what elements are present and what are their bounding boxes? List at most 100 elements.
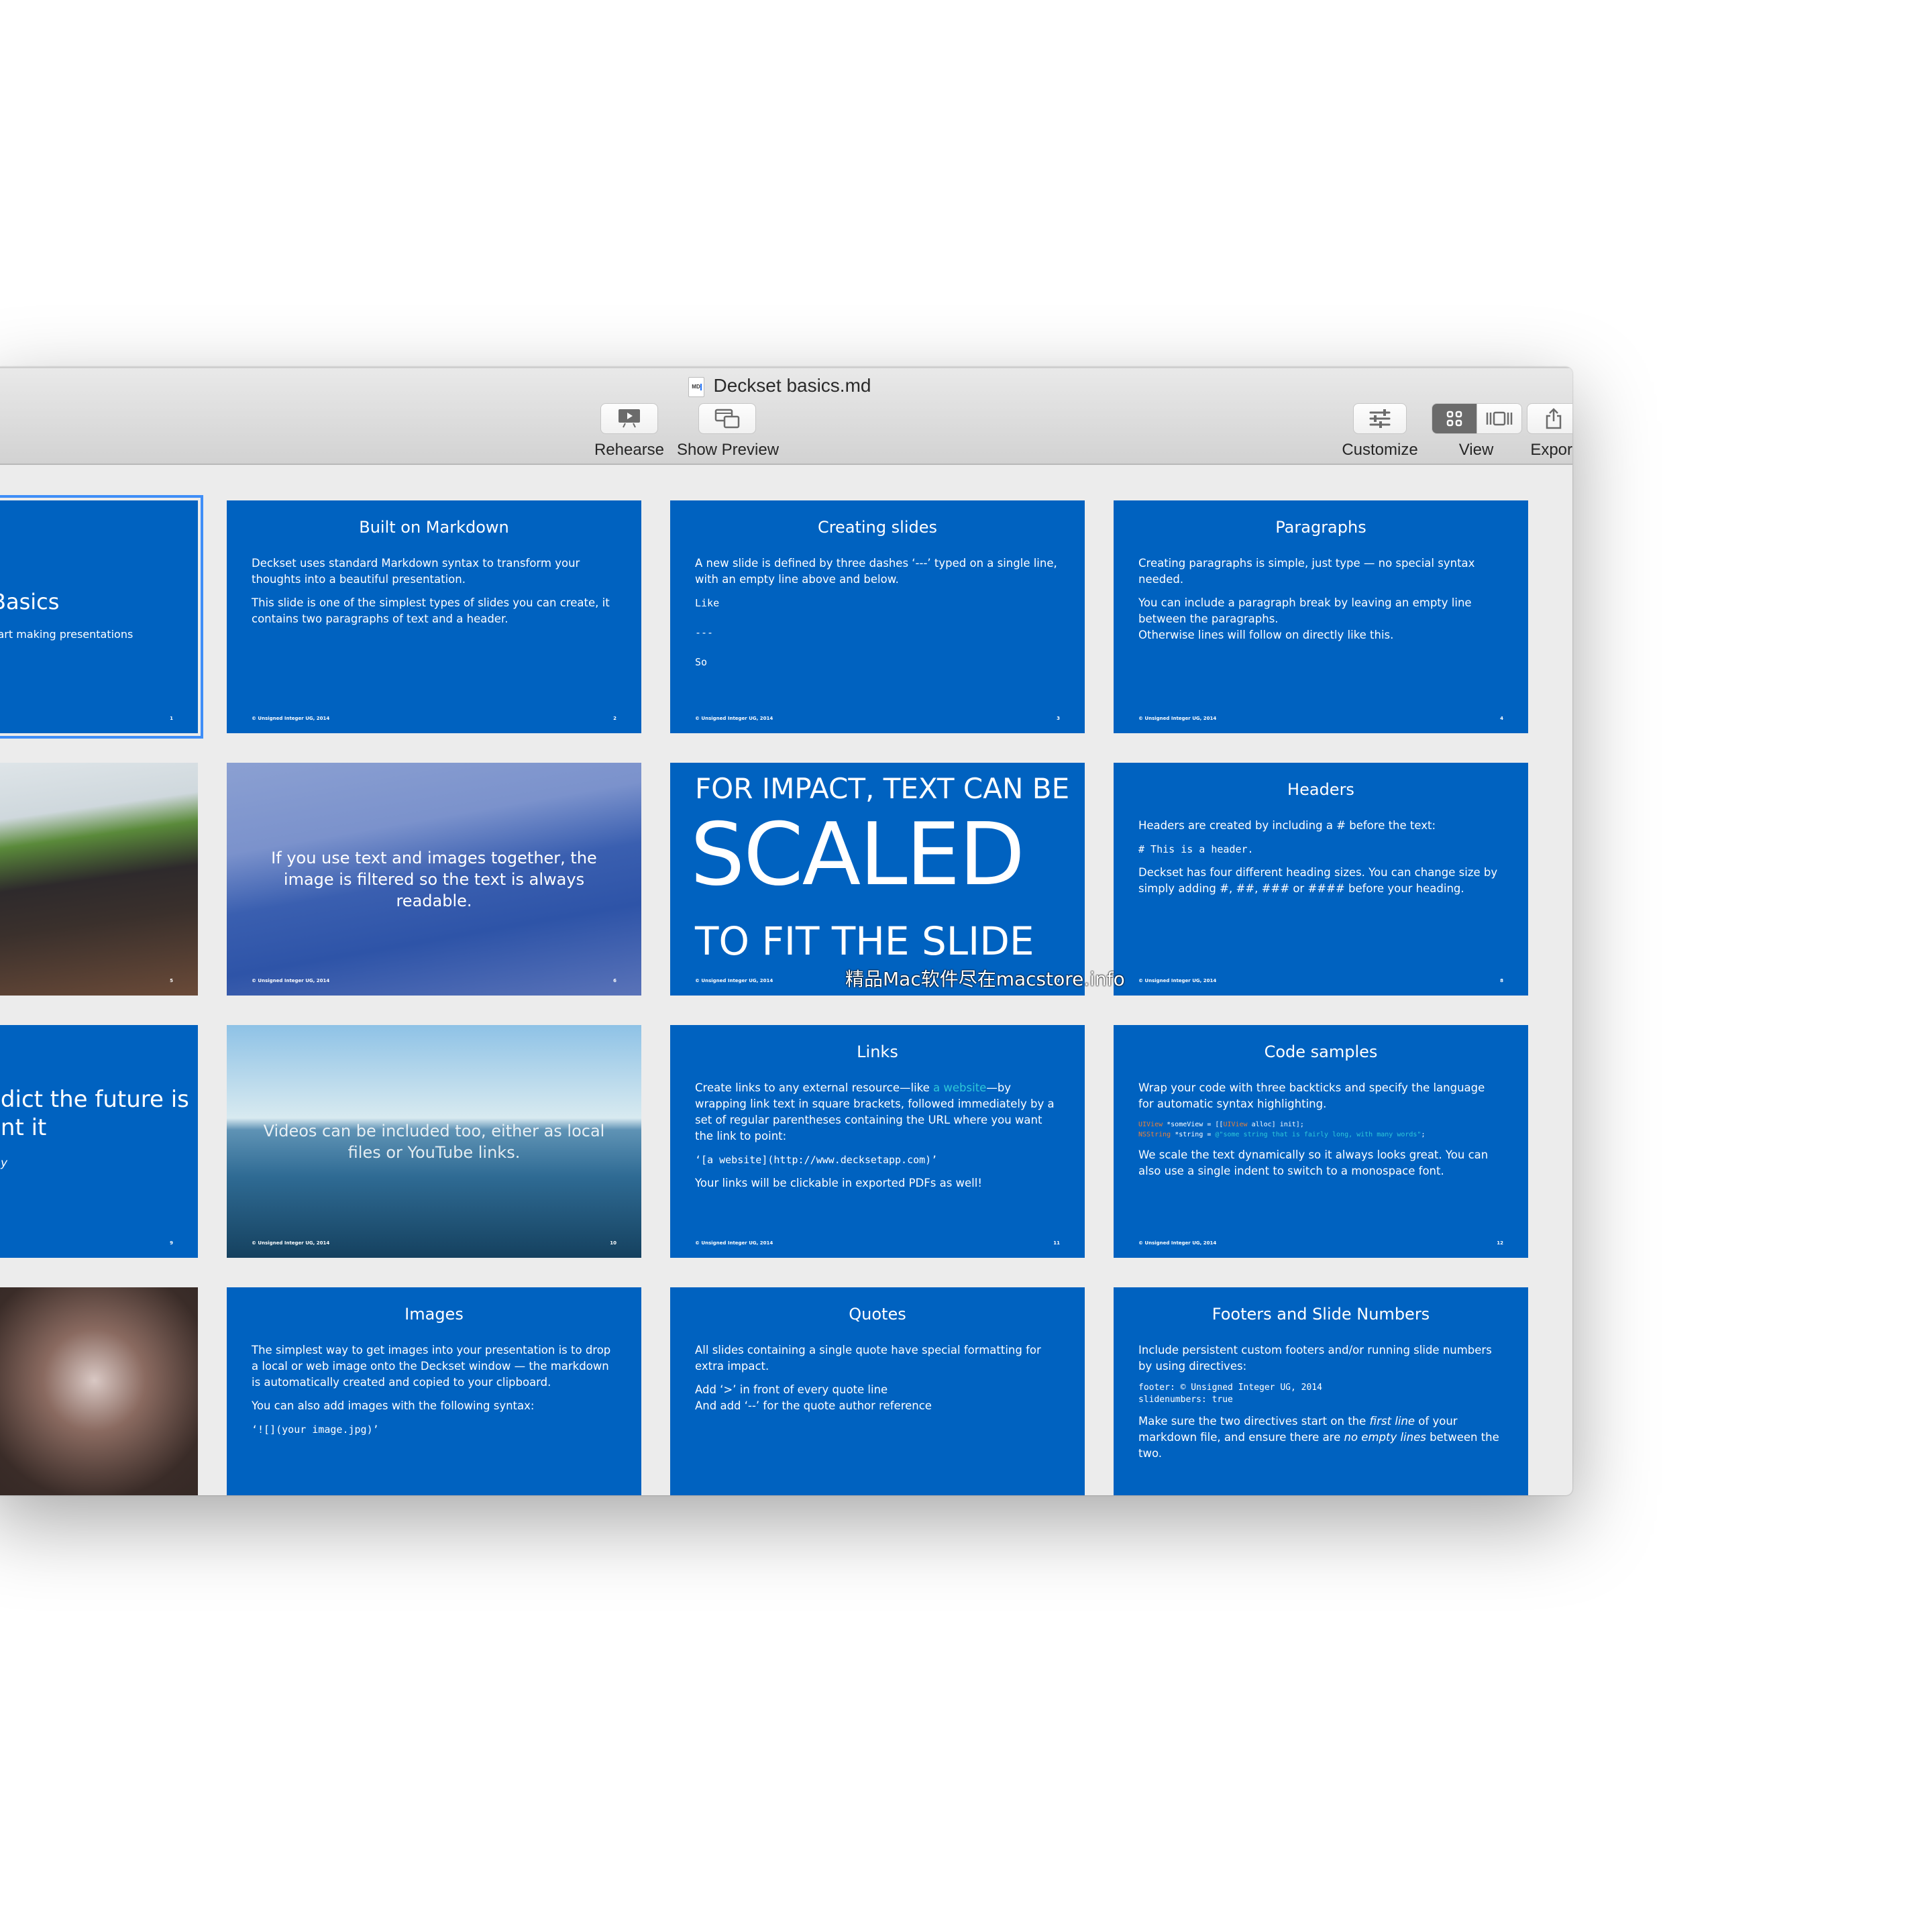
rehearse-button[interactable] [600, 403, 658, 434]
slide-footer: © Unsigned Integer UG, 2014 [252, 1240, 330, 1246]
slide-view-button[interactable] [1477, 404, 1521, 433]
slide-title: Basics [0, 589, 60, 614]
slide-body: Deckset uses standard Markdown syntax to… [252, 555, 616, 635]
slide-footer: © Unsigned Integer UG, 2014 [252, 978, 330, 983]
paragraph: The simplest way to get images into your… [252, 1344, 611, 1389]
slide-body: A new slide is defined by three dashes ‘… [695, 555, 1060, 678]
code-line: --- [695, 627, 714, 639]
slide-3[interactable]: Creating slides A new slide is defined b… [670, 500, 1085, 733]
slide-7[interactable]: FOR IMPACT, TEXT CAN BE SCALED TO FIT TH… [670, 763, 1085, 996]
customize-label: Customize [1342, 441, 1418, 459]
paragraph: You can also add images with the followi… [252, 1399, 535, 1412]
show-preview-button[interactable] [698, 403, 756, 434]
code-line: ‘![](your image.jpg)’ [252, 1424, 379, 1436]
paragraph: Make sure the two directives start on th… [1138, 1413, 1503, 1462]
link[interactable]: a website [933, 1081, 986, 1094]
code-block: footer: © Unsigned Integer UG, 2014 slide… [1138, 1382, 1503, 1406]
slide-footer: © Unsigned Integer UG, 2014 [252, 716, 330, 721]
slide-title: Links [857, 1042, 898, 1061]
slide-6[interactable]: If you use text and images together, the… [227, 763, 641, 996]
slide-body: Headers are created by including a # bef… [1138, 818, 1503, 904]
code-keyword: UIView [1223, 1121, 1248, 1128]
grid-view-button[interactable] [1432, 404, 1477, 433]
paragraph: All slides containing a single quote hav… [695, 1344, 1041, 1373]
quote-author: Kay [0, 1157, 8, 1170]
slide-9[interactable]: edict the future is ent it Kay 9 [0, 1025, 198, 1258]
rehearse-label: Rehearse [594, 441, 665, 459]
slide-body: All slides containing a single quote hav… [695, 1342, 1060, 1421]
window-title: MD Deckset basics.md [0, 375, 1572, 397]
grid-icon [1446, 411, 1462, 427]
impact-line-2: SCALED [690, 805, 1025, 905]
slide-8[interactable]: Headers Headers are created by including… [1114, 763, 1528, 996]
impact-line-3: TO FIT THE SLIDE [695, 918, 1034, 964]
paragraph: Creating paragraphs is simple, just type… [1138, 557, 1475, 586]
slide-text: Videos can be included too, either as lo… [263, 1121, 605, 1162]
show-preview-label: Show Preview [676, 441, 780, 459]
slide-number: 8 [1500, 978, 1503, 983]
export-button[interactable] [1527, 403, 1572, 434]
slide-title: Quotes [849, 1305, 906, 1324]
paragraph: Your links will be clickable in exported… [695, 1177, 982, 1189]
slide-title: Paragraphs [1275, 518, 1366, 537]
slide-number: 4 [1500, 716, 1503, 721]
view-segmented-control [1432, 403, 1522, 434]
slide-title: Creating slides [817, 518, 938, 537]
paragraph: You can include a paragraph break by lea… [1138, 596, 1472, 625]
code-line: slidenumbers: true [1138, 1395, 1233, 1405]
paragraph: Add ‘>’ in front of every quote line [695, 1383, 888, 1396]
slide-number: 2 [613, 716, 616, 721]
code-block: UIView *someView = [[UIView alloc] init]… [1138, 1120, 1503, 1140]
text: Create links to any external resource—li… [695, 1081, 934, 1094]
emphasis: no empty lines [1344, 1431, 1426, 1444]
quote-line: ent it [0, 1114, 47, 1141]
code-line: So [695, 656, 708, 668]
paragraph: Otherwise lines will follow on directly … [1138, 629, 1394, 641]
slide-title: Headers [1287, 780, 1354, 799]
slide-body: The simplest way to get images into your… [252, 1342, 616, 1445]
slide-16[interactable]: Footers and Slide Numbers Include persis… [1114, 1287, 1528, 1495]
slide-13[interactable]: 13 [0, 1287, 198, 1495]
slide-title: Built on Markdown [359, 518, 509, 537]
paragraph: And add ‘--’ for the quote author refere… [695, 1399, 932, 1412]
code-text: *string = [1171, 1131, 1216, 1138]
customize-button[interactable] [1353, 403, 1407, 434]
slide-text: If you use text and images together, the… [271, 848, 597, 910]
slide-footer: © Unsigned Integer UG, 2014 [1138, 978, 1217, 983]
code-text: *someView = [[ [1163, 1121, 1224, 1128]
slide-5[interactable]: 5 [0, 763, 198, 996]
share-icon [1546, 408, 1562, 429]
slide-subtitle: o start making presentations [0, 628, 133, 641]
code-keyword: NSString [1138, 1131, 1171, 1138]
slide-4[interactable]: Paragraphs Creating paragraphs is simple… [1114, 500, 1528, 733]
slide-footer: © Unsigned Integer UG, 2014 [1138, 1240, 1217, 1246]
slide-title: Code samples [1264, 1042, 1378, 1061]
slide-14[interactable]: Images The simplest way to get images in… [227, 1287, 641, 1495]
code-line: Like [695, 597, 720, 609]
markdown-file-icon: MD [688, 376, 704, 397]
quote-text: edict the future is ent it [0, 1085, 189, 1142]
slide-number: 9 [170, 1240, 173, 1246]
slide-11[interactable]: Links Create links to any external resou… [670, 1025, 1085, 1258]
code-line: ‘[a website](http://www.decksetapp.com)’ [695, 1154, 938, 1166]
paragraph: Include persistent custom footers and/or… [1138, 1344, 1492, 1373]
slide-body: Create links to any external resource—li… [695, 1080, 1060, 1199]
slide-number: 11 [1053, 1240, 1060, 1246]
slide-title: Footers and Slide Numbers [1212, 1305, 1430, 1324]
paragraph: Deckset has four different heading sizes… [1138, 866, 1498, 895]
window-title-text: Deckset basics.md [713, 375, 871, 396]
paragraph: This slide is one of the simplest types … [252, 596, 610, 625]
slide-2[interactable]: Built on Markdown Deckset uses standard … [227, 500, 641, 733]
slide-12[interactable]: Code samples Wrap your code with three b… [1114, 1025, 1528, 1258]
slide-10[interactable]: Videos can be included too, either as lo… [227, 1025, 641, 1258]
code-keyword: UIView [1138, 1121, 1163, 1128]
paragraph: Create links to any external resource—li… [695, 1080, 1060, 1144]
slide-15[interactable]: Quotes All slides containing a single qu… [670, 1287, 1085, 1495]
slide-title: Images [405, 1305, 464, 1324]
sliders-icon [1369, 409, 1391, 428]
slide-1[interactable]: Basics o start making presentations 1 [0, 495, 203, 739]
impact-line-1: FOR IMPACT, TEXT CAN BE [695, 772, 1070, 805]
slide-footer: © Unsigned Integer UG, 2014 [695, 1240, 773, 1246]
emphasis: first line [1369, 1415, 1415, 1428]
deckset-window: MD Deckset basics.md Rehearse Show Previe… [0, 367, 1572, 1495]
